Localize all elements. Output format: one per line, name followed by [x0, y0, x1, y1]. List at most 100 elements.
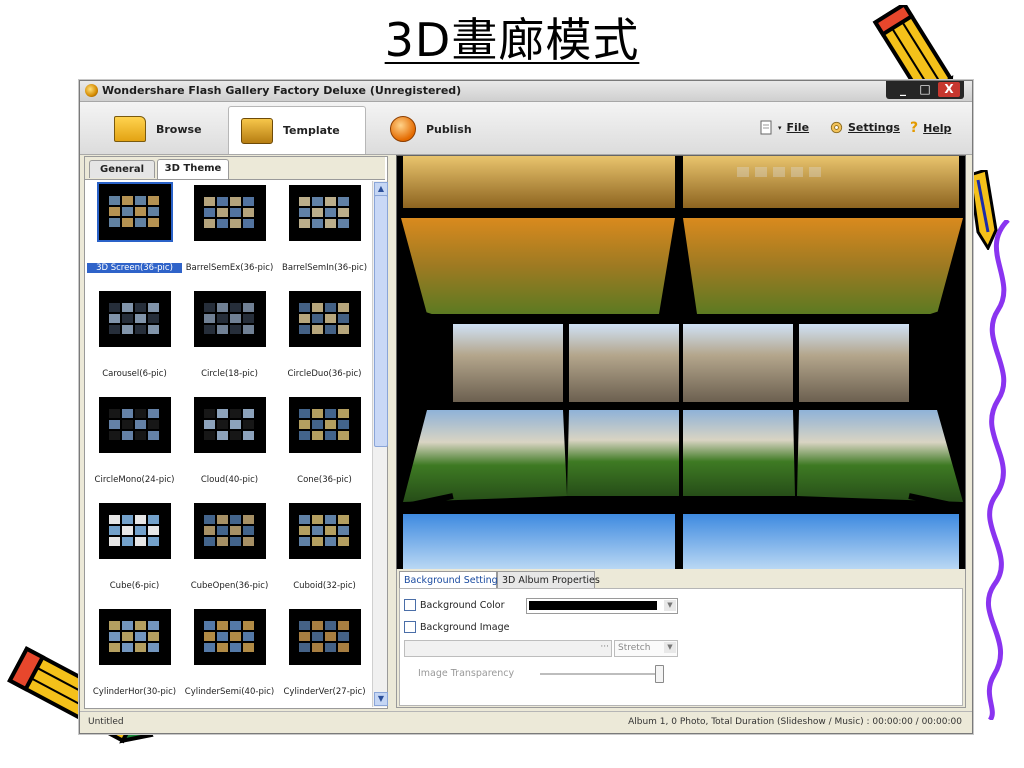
template-preview-image [289, 291, 361, 347]
template-thumbnail-label: CylinderVer(27-pic) [283, 687, 366, 697]
squiggle-decoration [986, 220, 1010, 720]
template-thumbnail-label: BarrelSemEx(36-pic) [185, 263, 274, 273]
template-thumbnail[interactable]: 3D Screen(36-pic) [87, 181, 182, 286]
template-thumbnail-label: CylinderSemi(40-pic) [184, 687, 275, 697]
template-scrollbar[interactable]: ▲ ▼ [372, 181, 388, 707]
tab-general[interactable]: General [89, 160, 155, 178]
background-color-row: Background Color [404, 599, 505, 611]
template-thumbnail[interactable]: BarrelSemIn(36-pic) [277, 181, 372, 286]
template-preview-image [194, 185, 266, 241]
background-image-checkbox[interactable] [404, 621, 416, 633]
template-thumbnail[interactable]: Cloud(40-pic) [182, 393, 277, 498]
template-thumbnail[interactable]: CylinderVer(27-pic) [277, 605, 372, 710]
template-preview-image [194, 503, 266, 559]
transparency-slider-handle[interactable] [655, 665, 664, 683]
slide-title-text: 3D畫廊模式 [384, 13, 640, 67]
template-thumbnail[interactable]: CylinderHor(30-pic) [87, 605, 182, 710]
template-preview-image [99, 609, 171, 665]
browse-image-button[interactable]: ··· [600, 642, 609, 652]
stretch-select[interactable]: Stretch ▼ [614, 640, 678, 657]
tab-3d-theme[interactable]: 3D Theme [157, 159, 229, 179]
template-preview-image [99, 291, 171, 347]
status-bar: Untitled Album 1, 0 Photo, Total Duratio… [80, 711, 972, 733]
template-thumbnail[interactable]: Cube(6-pic) [87, 499, 182, 604]
transparency-slider-track[interactable] [540, 673, 662, 675]
scroll-up-icon[interactable]: ▲ [374, 182, 388, 196]
background-image-row: Background Image [404, 621, 509, 633]
template-thumbnail[interactable]: Cone(36-pic) [277, 393, 372, 498]
main-toolbar: Browse Template Publish ▾ File Settings … [80, 102, 972, 155]
template-preview-image [289, 503, 361, 559]
publish-icon [390, 116, 416, 142]
template-thumbnail-label: Carousel(6-pic) [102, 369, 167, 379]
template-thumbnail-label: Cloud(40-pic) [200, 475, 259, 485]
close-button[interactable]: X [938, 82, 960, 97]
template-preview-image [289, 609, 361, 665]
template-thumbnail-label: Cone(36-pic) [297, 475, 352, 485]
image-path-input[interactable]: ··· [404, 640, 612, 657]
maximize-button[interactable]: □ [914, 82, 936, 97]
settings-icon [830, 121, 843, 134]
settings-menu[interactable]: Settings [830, 120, 900, 135]
template-thumbnail[interactable]: CubeOpen(36-pic) [182, 499, 277, 604]
help-icon: ? [910, 120, 919, 136]
settings-panel: Background Settings 3D Album Properties … [396, 569, 966, 708]
preview-image [397, 156, 965, 570]
help-menu-label: Help [923, 121, 952, 135]
file-menu[interactable]: ▾ File [760, 120, 809, 135]
template-thumbnail-label: BarrelSemIn(36-pic) [281, 263, 368, 273]
template-thumbnail[interactable]: CircleDuo(36-pic) [277, 287, 372, 392]
tab-template[interactable]: Template [228, 106, 366, 154]
chevron-down-icon: ▼ [664, 600, 676, 611]
settings-menu-label: Settings [848, 121, 900, 134]
template-thumbnail-label: Cube(6-pic) [109, 581, 160, 591]
background-color-select[interactable]: ▼ [526, 598, 678, 614]
preview-area[interactable] [396, 155, 966, 571]
template-thumbnail-label: CylinderHor(30-pic) [92, 687, 177, 697]
scroll-down-icon[interactable]: ▼ [374, 692, 388, 706]
template-preview-image [194, 397, 266, 453]
template-thumbnail[interactable]: Carousel(6-pic) [87, 287, 182, 392]
template-preview-image [289, 185, 361, 241]
template-thumbnail-label: Cuboid(32-pic) [293, 581, 356, 591]
tab-browse-label: Browse [156, 122, 202, 136]
tab-background-settings[interactable]: Background Settings [399, 571, 503, 589]
chevron-down-icon: ▾ [778, 123, 782, 132]
preview-controls[interactable] [737, 162, 937, 180]
tab-publish-label: Publish [426, 122, 472, 136]
title-bar[interactable]: Wondershare Flash Gallery Factory Deluxe… [80, 81, 972, 102]
background-color-label: Background Color [420, 599, 505, 611]
template-thumbnail-label: 3D Screen(36-pic) [87, 263, 182, 273]
template-panel: General 3D Theme 3D Screen(36-pic) Barrel… [84, 156, 388, 709]
minimize-button[interactable]: _ [892, 82, 914, 97]
scrollbar-thumb[interactable] [374, 195, 388, 447]
tab-browse[interactable]: Browse [102, 106, 222, 152]
help-menu[interactable]: ? Help [910, 120, 951, 136]
file-icon [760, 120, 772, 135]
template-preview-image [97, 182, 173, 242]
background-settings-body: Background Color ▼ Background Image ··· … [399, 588, 963, 706]
template-thumbnail-label: CubeOpen(36-pic) [190, 581, 269, 591]
template-thumbnail[interactable]: Cuboid(32-pic) [277, 499, 372, 604]
template-thumbnail[interactable]: CylinderSemi(40-pic) [182, 605, 277, 710]
template-preview-image [194, 609, 266, 665]
app-logo-icon [85, 84, 98, 97]
image-transparency-label: Image Transparency [418, 668, 515, 679]
template-thumbnail-label: CircleDuo(36-pic) [287, 369, 362, 379]
template-thumbnail-label: Circle(18-pic) [201, 369, 258, 379]
template-thumbnail-label: CircleMono(24-pic) [94, 475, 175, 485]
tab-publish[interactable]: Publish [378, 106, 498, 152]
window-controls: _ □ X [886, 81, 964, 99]
template-thumbnail[interactable]: BarrelSemEx(36-pic) [182, 181, 277, 286]
template-thumbnail[interactable]: CircleMono(24-pic) [87, 393, 182, 498]
window-title: Wondershare Flash Gallery Factory Deluxe… [102, 84, 462, 97]
template-preview-image [99, 397, 171, 453]
template-preview-image [194, 291, 266, 347]
file-menu-label: File [786, 121, 810, 134]
background-color-checkbox[interactable] [404, 599, 416, 611]
tab-template-label: Template [283, 124, 340, 137]
template-thumbnail[interactable]: Circle(18-pic) [182, 287, 277, 392]
color-swatch [529, 601, 657, 610]
template-preview-image [99, 503, 171, 559]
tab-3d-album-properties[interactable]: 3D Album Properties [497, 571, 600, 589]
